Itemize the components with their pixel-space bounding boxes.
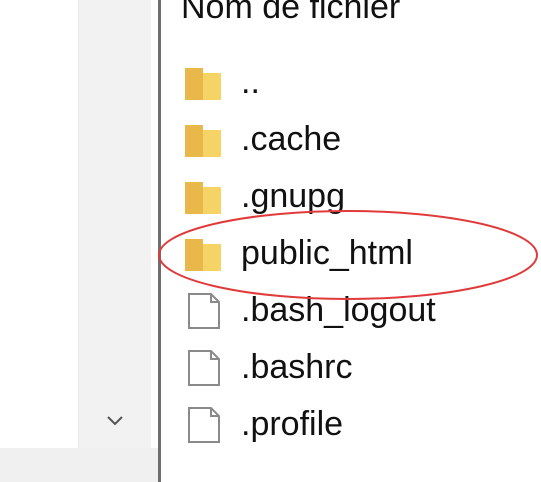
file-icon — [188, 350, 220, 386]
file-name: .cache — [241, 120, 342, 158]
file-browser-window: Nom de fichier .. .cache .gnupg public_h… — [0, 0, 541, 482]
file-list-item[interactable]: .bashrc — [161, 339, 541, 396]
file-name: .profile — [241, 405, 344, 443]
folder-icon — [185, 125, 221, 157]
folder-icon — [185, 68, 221, 100]
file-name: .bashrc — [241, 348, 353, 386]
navigation-scrollbar[interactable] — [78, 0, 151, 448]
highlight-ellipse — [158, 210, 538, 300]
pane-footer — [0, 448, 160, 482]
file-name: .. — [241, 63, 260, 101]
scroll-down-button[interactable] — [79, 406, 151, 434]
column-header-filename[interactable]: Nom de fichier — [181, 0, 400, 32]
file-list-item[interactable]: .profile — [161, 396, 541, 453]
chevron-down-icon — [107, 416, 123, 426]
navigation-pane — [0, 0, 151, 482]
file-icon — [188, 407, 220, 443]
file-list-item[interactable]: .cache — [161, 111, 541, 168]
file-list-item[interactable]: .. — [161, 54, 541, 111]
